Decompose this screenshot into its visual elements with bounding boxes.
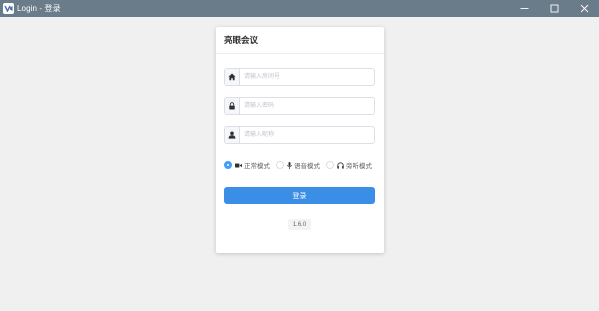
window-titlebar[interactable]: Login - 登录 <box>0 0 599 17</box>
card-header: 亮眼会议 <box>216 27 384 54</box>
mode-normal[interactable]: 正常模式 <box>224 160 270 170</box>
window-title: Login - 登录 <box>17 4 61 13</box>
mode-listen-radio[interactable] <box>326 161 334 169</box>
home-icon <box>225 69 240 85</box>
meeting-id-input[interactable] <box>240 69 374 85</box>
user-icon <box>225 127 240 143</box>
video-camera-icon <box>235 163 242 168</box>
card-title: 亮眼会议 <box>224 35 259 45</box>
nickname-input[interactable] <box>240 127 374 143</box>
mode-listen-label: 旁听模式 <box>346 163 372 170</box>
version-badge: 1.6.0 <box>288 219 311 230</box>
video-logo-icon <box>3 3 14 14</box>
mode-radio-group: 正常模式 语音模式 旁听模式 <box>224 160 376 170</box>
mode-voice[interactable]: 语音模式 <box>276 160 320 170</box>
microphone-icon <box>287 161 292 169</box>
minimize-button[interactable] <box>509 0 539 17</box>
close-icon <box>580 4 588 13</box>
login-button[interactable]: 登录 <box>224 187 375 204</box>
maximize-icon <box>550 4 558 13</box>
maximize-button[interactable] <box>539 0 569 17</box>
password-field[interactable] <box>224 97 375 115</box>
lock-icon <box>225 98 240 114</box>
headphones-icon <box>337 161 344 169</box>
mode-voice-radio[interactable] <box>276 161 284 169</box>
login-card: 亮眼会议 请输入房间号 请输入昵称 正常模式 语音模式 旁听模式 登录 1.6.… <box>216 27 384 253</box>
close-button[interactable] <box>569 0 599 17</box>
nickname-field[interactable] <box>224 126 375 144</box>
password-input[interactable] <box>240 98 374 114</box>
mode-normal-label: 正常模式 <box>244 163 270 170</box>
window-controls <box>509 0 599 17</box>
mode-listen[interactable]: 旁听模式 <box>326 160 372 170</box>
mode-voice-label: 语音模式 <box>294 163 320 170</box>
minimize-icon <box>520 8 528 9</box>
mode-normal-radio[interactable] <box>224 161 232 169</box>
meeting-id-field[interactable] <box>224 68 375 86</box>
